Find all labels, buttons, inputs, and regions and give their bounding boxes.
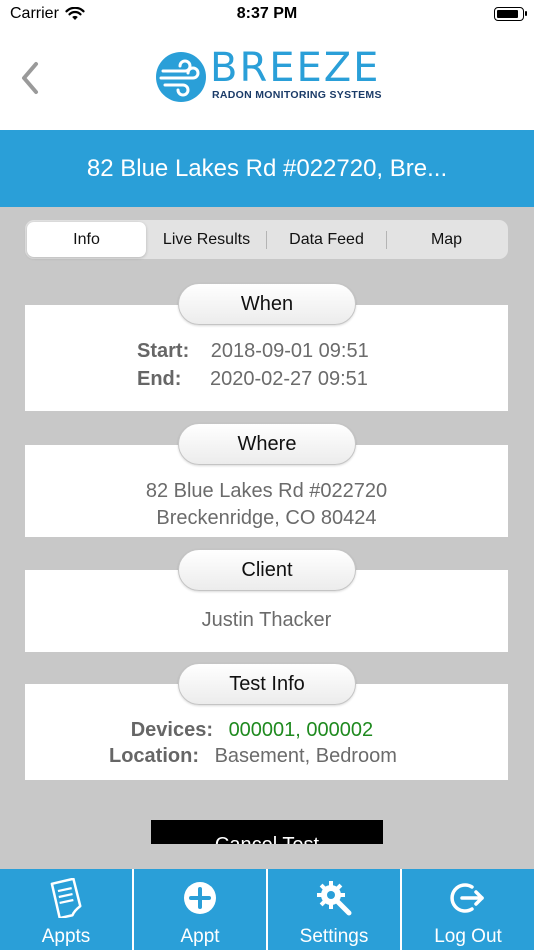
breeze-logo: BREEZE RADON MONITORING SYSTEMS: [155, 45, 385, 109]
devices-row: Devices: 000001, 000002: [116, 719, 373, 742]
tab-appts[interactable]: Appts: [0, 869, 134, 950]
devices-label: Devices:: [130, 719, 213, 741]
page-title: 82 Blue Lakes Rd #022720, Bre...: [0, 130, 534, 207]
address-line2: Breckenridge, CO 80424: [156, 507, 377, 529]
where-header: Where: [178, 423, 356, 465]
tab-map[interactable]: Map: [387, 222, 506, 257]
tab-data-feed[interactable]: Data Feed: [267, 222, 386, 257]
start-value: 2018-09-01 09:51: [210, 340, 369, 362]
tab-appt[interactable]: Appt: [134, 869, 268, 950]
end-label: End:: [137, 368, 182, 390]
plus-circle-icon: [184, 882, 216, 914]
location-value: Basement, Bedroom: [214, 745, 397, 767]
cancel-test-button[interactable]: Cancel Test: [151, 820, 383, 844]
logout-icon: [450, 883, 484, 913]
battery-level: [497, 10, 518, 18]
when-header: When: [178, 283, 356, 325]
wind-logo-icon: [156, 52, 206, 102]
location-row: Location: Basement, Bedroom: [109, 745, 397, 768]
client-header: Client: [178, 549, 356, 591]
start-row: Start: 2018-09-01 09:51: [137, 340, 369, 363]
gear-wrench-icon: [317, 881, 352, 916]
tab-settings-label: Settings: [299, 926, 369, 947]
tab-settings[interactable]: Settings: [268, 869, 402, 950]
status-bar: Carrier 8:37 PM: [0, 0, 534, 30]
document-icon: [50, 878, 82, 918]
tab-appts-label: Appts: [41, 926, 91, 947]
tab-live-results[interactable]: Live Results: [147, 222, 266, 257]
tab-log-out-label: Log Out: [434, 926, 502, 947]
logo-wordmark: BREEZE: [210, 45, 381, 91]
back-chevron-icon[interactable]: [14, 58, 48, 98]
devices-value: 000001, 000002: [228, 719, 374, 741]
status-time: 8:37 PM: [236, 5, 298, 22]
end-row: End: 2020-02-27 09:51: [137, 368, 368, 391]
logo-subtitle: RADON MONITORING SYSTEMS: [212, 89, 382, 101]
start-label: Start:: [137, 340, 190, 362]
end-value: 2020-02-27 09:51: [210, 368, 368, 390]
tab-log-out[interactable]: Log Out: [402, 869, 534, 950]
battery-icon: [494, 7, 527, 21]
nav-header: BREEZE RADON MONITORING SYSTEMS: [0, 30, 534, 130]
cancel-test-label: Cancel Test: [151, 820, 383, 844]
segmented-control: Info Live Results Data Feed Map: [25, 220, 508, 259]
bottom-tab-bar: Appts Appt Settings Log Out: [0, 869, 534, 950]
address-line1: 82 Blue Lakes Rd #022720: [145, 480, 388, 502]
test-info-header: Test Info: [178, 663, 356, 705]
content-area: Info Live Results Data Feed Map Start: 2…: [0, 207, 534, 869]
client-name: Justin Thacker: [201, 609, 332, 631]
location-label: Location:: [109, 745, 199, 767]
tab-appt-label: Appt: [180, 926, 220, 947]
tab-info[interactable]: Info: [27, 222, 146, 257]
